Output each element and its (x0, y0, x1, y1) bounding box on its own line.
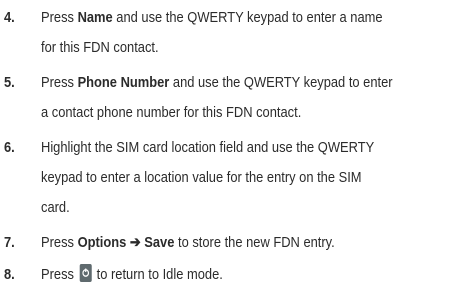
step-line: card. (41, 199, 70, 216)
step-line: Press to return to Idle mode. (41, 260, 468, 290)
text-run: and use the QWERTY keypad to enter (169, 74, 393, 91)
text-run: Press (41, 266, 78, 283)
step-line: Highlight the SIM card location field an… (41, 139, 375, 156)
step-line: a contact phone number for this FDN cont… (41, 104, 302, 121)
text-run: to store the new FDN entry. (174, 234, 335, 251)
text-run: Press (41, 74, 78, 91)
step-text: Press Phone Number and use the QWERTY ke… (41, 68, 468, 128)
step-text: Press Options ➔ Save to store the new FD… (41, 228, 468, 258)
step-number: 6. (4, 139, 15, 156)
step-number: 7. (4, 234, 15, 251)
step-line: keypad to enter a location value for the… (41, 169, 362, 186)
end-key-icon (79, 264, 92, 282)
step-number: 4. (4, 9, 15, 26)
step-line: Press Phone Number and use the QWERTY ke… (41, 68, 468, 98)
bold-term: Options ➔ Save (77, 234, 175, 251)
step-text: Press to return to Idle mode. (41, 260, 468, 290)
text-run: and use the QWERTY keypad to enter a nam… (112, 9, 383, 26)
text-run: Press (41, 9, 78, 26)
step-text: Press Name and use the QWERTY keypad to … (41, 3, 468, 63)
bold-term: Name (77, 9, 113, 26)
step-line: Press Options ➔ Save to store the new FD… (41, 228, 468, 258)
text-run: Press (41, 234, 78, 251)
step-text: Highlight the SIM card location field an… (41, 133, 468, 223)
step-line: for this FDN contact. (41, 39, 159, 56)
step-number: 8. (4, 266, 15, 283)
step-line: Press Name and use the QWERTY keypad to … (41, 3, 468, 33)
text-run: to return to Idle mode. (93, 266, 223, 283)
step-number: 5. (4, 74, 15, 91)
bold-term: Phone Number (77, 74, 170, 91)
